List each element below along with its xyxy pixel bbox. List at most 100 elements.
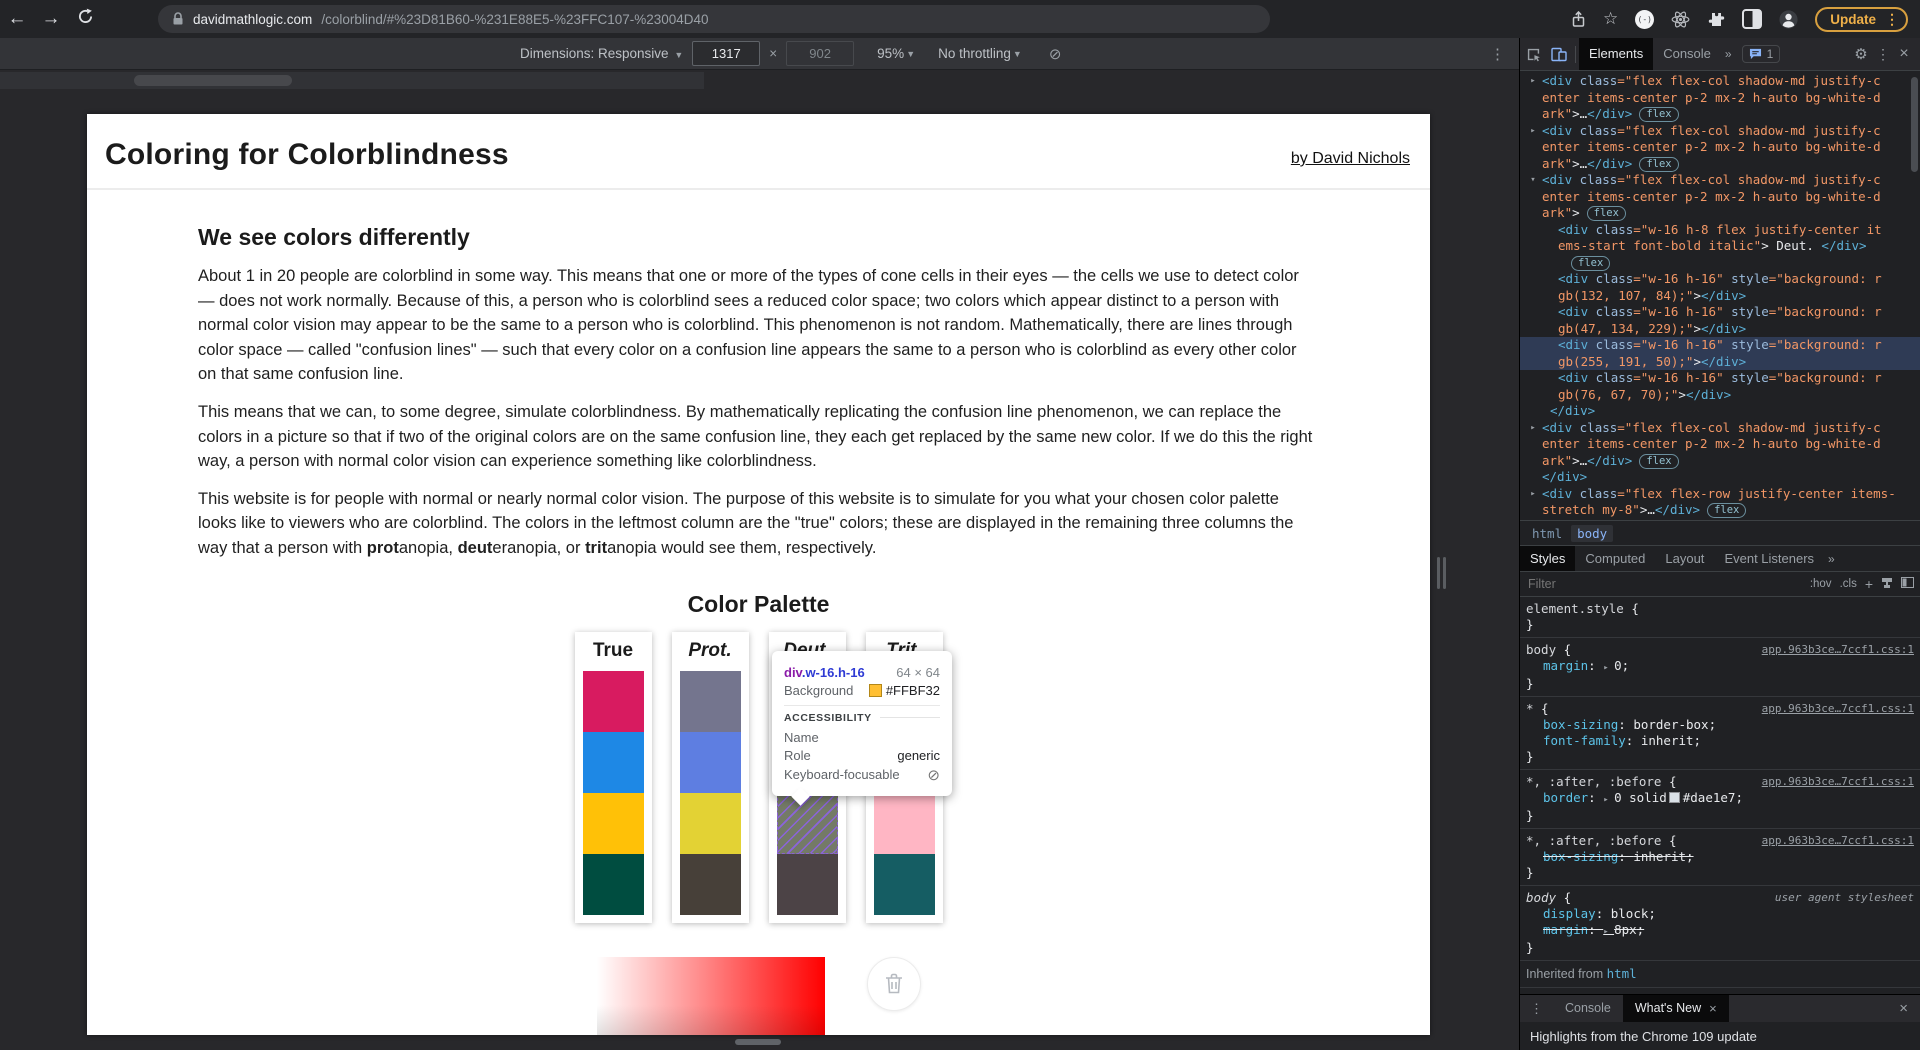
dom-tree-line[interactable]: ark">flex [1520,205,1920,222]
stylesheet-link[interactable]: user agent stylesheet [1775,890,1914,906]
css-property[interactable]: display: block; [1526,906,1914,922]
flex-badge[interactable]: flex [1707,503,1746,518]
react-devtools-icon[interactable] [1671,10,1690,29]
tab-event-listeners[interactable]: Event Listeners [1714,546,1824,571]
puzzle-extensions-icon[interactable] [1707,10,1725,28]
dimensions-select[interactable]: Dimensions: Responsive ▼ [520,46,683,61]
inherited-tag-link[interactable]: html [1607,966,1637,981]
flex-badge[interactable]: flex [1587,206,1626,221]
dom-tree-line[interactable]: <div class="w-16 h-16" style="background… [1520,370,1920,387]
breadcrumb-html[interactable]: html [1526,525,1568,542]
dom-tree-line[interactable]: ▸<div class="flex flex-row justify-cente… [1520,486,1920,503]
viewport-scrollbar-thumb[interactable] [134,75,292,86]
dom-tree-line[interactable]: <div class="w-16 h-16" style="background… [1520,271,1920,288]
flex-badge[interactable]: flex [1639,157,1678,172]
settings-gear-icon[interactable]: ⚙ [1850,45,1872,63]
style-rule[interactable]: app.963b3ce…7ccf1.css:1*, :after, :befor… [1520,770,1920,829]
breadcrumb-body[interactable]: body [1571,525,1613,542]
dom-tree-line[interactable]: <div class="w-16 h-8 flex justify-center… [1520,222,1920,239]
reload-button[interactable] [68,8,102,31]
stylesheet-link[interactable]: app.963b3ce…7ccf1.css:1 [1762,774,1914,790]
drawer-tab-console[interactable]: Console [1553,995,1623,1022]
dom-tree-line[interactable]: gb(47, 134, 229);"></div> [1520,321,1920,338]
css-property[interactable]: box-sizing: border-box; [1526,717,1914,733]
color-gradient-picker[interactable] [597,957,825,1035]
viewport-height-input[interactable] [786,41,854,66]
toggle-classes[interactable]: .cls [1840,578,1857,590]
side-panel-icon[interactable] [1742,9,1762,29]
style-rule[interactable]: app.963b3ce…7ccf1.css:1*, :after, :befor… [1520,829,1920,886]
drawer-menu-icon[interactable]: ⋮ [1520,1001,1553,1017]
share-button[interactable] [1571,11,1586,28]
zoom-select[interactable]: 95% ▼ [877,46,915,61]
dom-tree-line[interactable]: ark">…</div>flex [1520,156,1920,173]
devtools-close-icon[interactable]: × [1894,45,1914,63]
stylesheet-link[interactable]: app.963b3ce…7ccf1.css:1 [1762,701,1914,717]
tab-computed[interactable]: Computed [1575,546,1655,571]
stylesheet-link[interactable]: app.963b3ce…7ccf1.css:1 [1762,642,1914,658]
dom-tree-line[interactable]: enter items-center p-2 mx-2 h-auto bg-wh… [1520,139,1920,156]
expand-arrow-icon[interactable]: ▸ [1527,73,1539,90]
dom-tree-line[interactable]: </div> [1520,469,1920,486]
dom-tree-line[interactable]: gb(255, 191, 50);"></div> [1520,354,1920,371]
stylesheet-link[interactable]: app.963b3ce…7ccf1.css:1 [1762,833,1914,849]
profile-avatar[interactable] [1779,10,1798,29]
inspect-element-button[interactable] [1520,47,1546,62]
new-style-rule-button[interactable]: + [1865,576,1873,592]
forward-button[interactable]: → [34,8,68,30]
dom-tree-line[interactable]: ▸<div class="flex flex-col shadow-md jus… [1520,420,1920,437]
dom-tree-line[interactable]: ems-start font-bold italic"> Deut. </div… [1520,238,1920,255]
flex-badge[interactable]: flex [1571,256,1610,271]
expand-arrow-icon[interactable]: ▸ [1527,486,1539,503]
back-button[interactable]: ← [0,8,34,30]
dom-tree-line[interactable]: enter items-center p-2 mx-2 h-auto bg-wh… [1520,436,1920,453]
style-rule[interactable]: app.963b3ce…7ccf1.css:1* {box-sizing: bo… [1520,697,1920,770]
throttling-select[interactable]: No throttling ▼ [938,46,1022,61]
tab-styles[interactable]: Styles [1520,546,1575,571]
drawer-close-icon[interactable]: × [1899,1000,1920,1017]
dom-tree-line[interactable]: <div class="w-16 h-16" style="background… [1520,337,1920,354]
expand-arrow-icon[interactable]: ▾ [1527,172,1539,189]
css-property[interactable]: margin: ▸ 0; [1526,658,1914,676]
dom-tree-line[interactable]: ▾<div class="flex flex-col shadow-md jus… [1520,172,1920,189]
toggle-hover-state[interactable]: :hov [1810,578,1832,590]
dom-tree-line[interactable]: </div> [1520,403,1920,420]
expand-arrow-icon[interactable]: ▸ [1527,123,1539,140]
dom-tree-line[interactable]: <div class="w-16 h-16" style="background… [1520,304,1920,321]
more-tabs-icon[interactable]: » [1824,552,1839,566]
tab-console[interactable]: Console [1653,38,1721,70]
style-rule[interactable]: element.style {} [1520,597,1920,638]
color-swatch[interactable] [1669,792,1680,803]
device-toolbar-menu[interactable]: ⋮ [1490,45,1505,63]
delete-color-button[interactable] [867,957,921,1011]
drawer-tab-whats-new[interactable]: What's New × [1623,995,1729,1022]
dom-tree-line[interactable]: flex [1520,255,1920,272]
viewport-height-drag-handle[interactable] [735,1039,781,1045]
style-rule[interactable]: user agent stylesheetbody {display: bloc… [1520,886,1920,961]
css-property[interactable]: box-sizing: inherit; [1526,849,1914,865]
more-tabs-icon[interactable]: » [1721,47,1736,61]
dom-tree-line[interactable]: stretch my-8">…</div>flex [1520,502,1920,519]
flex-badge[interactable]: flex [1639,107,1678,122]
style-rule[interactable]: app.963b3ce…7ccf1.css:1body {margin: ▸ 0… [1520,638,1920,697]
dom-tree-line[interactable]: gb(76, 67, 70);"></div> [1520,387,1920,404]
dom-tree-line[interactable]: ark">…</div>flex [1520,106,1920,123]
tab-elements[interactable]: Elements [1579,38,1653,70]
styles-filter-input[interactable] [1526,576,1802,592]
css-property[interactable]: font-family: inherit; [1526,733,1914,749]
close-tab-icon[interactable]: × [1709,995,1717,1022]
tab-layout[interactable]: Layout [1655,546,1714,571]
viewport-width-drag-handle[interactable] [1437,557,1449,589]
extension-circle-icon[interactable]: (-) [1635,10,1654,29]
author-link[interactable]: by David Nichols [1291,150,1410,168]
dom-tree-line[interactable]: ark">…</div>flex [1520,453,1920,470]
issues-counter[interactable]: 1 [1742,45,1781,63]
dom-tree-line[interactable]: ▸<div class="flex flex-col shadow-md jus… [1520,73,1920,90]
css-property[interactable]: margin: ▸ 8px; [1526,922,1914,940]
css-property[interactable]: border: ▸ 0 solid#dae1e7; [1526,790,1914,808]
dock-sidebar-icon[interactable] [1901,577,1914,591]
expand-arrow-icon[interactable]: ▸ [1527,420,1539,437]
viewport-width-input[interactable] [692,41,760,66]
chrome-update-button[interactable]: Update ⋮ [1815,7,1908,32]
bookmark-star-button[interactable]: ☆ [1603,9,1618,29]
